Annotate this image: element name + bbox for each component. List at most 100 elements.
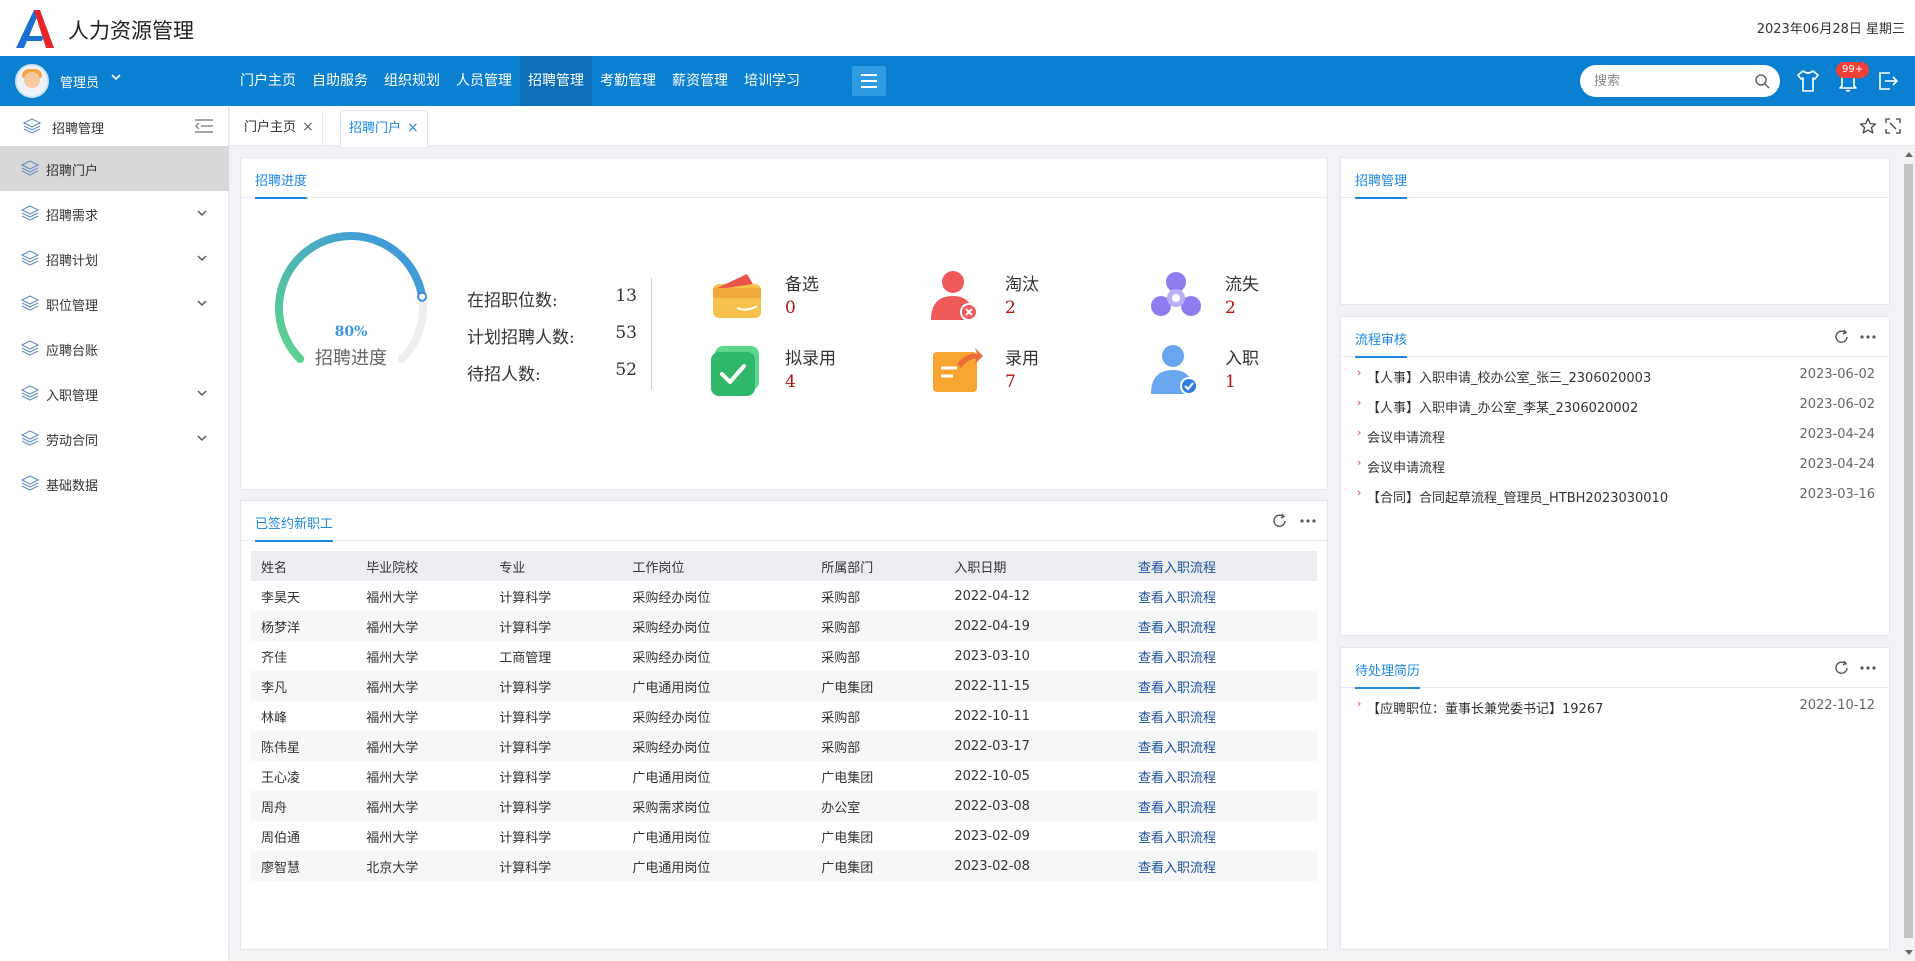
table-cell: 福州大学 [356, 731, 490, 761]
sidebar-item[interactable]: 招聘需求 [0, 191, 229, 236]
table-cell: 采购经办岗位 [632, 650, 711, 666]
list-item-date: 2022-10-12 [1799, 698, 1875, 713]
view-onboarding-link[interactable]: 查看入职流程 [1128, 851, 1317, 881]
table-cell: 2022-10-11 [954, 708, 1030, 724]
stat-planned-hires: 计划招聘人数: 53 [467, 323, 637, 348]
user-name[interactable]: 管理员 [60, 72, 99, 91]
star-icon[interactable] [1859, 117, 1877, 135]
view-onboarding-link[interactable]: 查看入职流程 [1128, 611, 1317, 641]
tab-recruit-portal[interactable]: 招聘门户 × [340, 110, 428, 147]
chevron-right-icon: › [1357, 396, 1362, 409]
category-to-hire[interactable]: 拟录用 4 [707, 338, 867, 402]
list-item[interactable]: › 【应聘职位：董事长兼党委书记】19267 2022-10-12 [1341, 694, 1889, 724]
scroll-down-arrow[interactable] [1905, 950, 1913, 955]
list-item[interactable]: › 【人事】入职申请_办公室_李某_2306020002 2023-06-02 [1341, 393, 1889, 423]
nav-item-recruitment[interactable]: 招聘管理 [520, 56, 592, 106]
sidebar-item[interactable]: 应聘台账 [0, 326, 229, 371]
collapse-sidebar-icon[interactable] [194, 118, 214, 134]
table-cell: 广电集团 [821, 830, 874, 846]
scroll-up-arrow[interactable] [1905, 152, 1913, 157]
category-candidate[interactable]: 备选 0 [707, 264, 867, 328]
view-onboarding-link[interactable]: 查看入职流程 [1128, 791, 1317, 821]
pending-resumes-panel: 待处理简历 › 【应聘职位：董事长兼党委书记】19267 2022-10-12 [1340, 647, 1890, 950]
more-menu-button[interactable] [852, 66, 886, 96]
list-item[interactable]: › 【合同】合同起草流程_管理员_HTBH2023030010 2023-03-16 [1341, 483, 1889, 513]
table-cell: 工商管理 [499, 650, 552, 666]
refresh-icon[interactable] [1271, 513, 1289, 529]
chevron-down-icon[interactable] [196, 297, 208, 309]
close-icon[interactable]: × [407, 111, 419, 145]
panel-title: 招聘进度 [255, 170, 308, 199]
more-icon[interactable] [1859, 660, 1877, 676]
table-cell: 广电通用岗位 [622, 851, 812, 881]
tab-portal-home[interactable]: 门户主页 × [236, 110, 323, 146]
refresh-icon[interactable] [1833, 329, 1851, 345]
table-cell: 福州大学 [366, 710, 419, 726]
scrollbar[interactable] [1902, 146, 1915, 961]
view-onboarding-link[interactable]: 查看入职流程 [1128, 821, 1317, 851]
view-onboarding-link[interactable]: 查看入职流程 [1128, 701, 1317, 731]
horizontal-scrollbar[interactable] [230, 950, 1902, 961]
sidebar-title: 招聘管理 [52, 122, 105, 137]
table-cell: 广电通用岗位 [622, 671, 812, 701]
sidebar-item[interactable]: 招聘门户 [0, 146, 229, 191]
list-item-text: 【人事】入职申请_校办公室_张三_2306020003 [1367, 371, 1652, 386]
table-cell: 福州大学 [356, 611, 490, 641]
nav-item-training[interactable]: 培训学习 [736, 56, 808, 106]
view-onboarding-link[interactable]: 查看入职流程 [1128, 581, 1317, 611]
nav-item-salary[interactable]: 薪资管理 [664, 56, 736, 106]
chevron-down-icon[interactable] [196, 252, 208, 264]
view-onboarding-link[interactable]: 查看入职流程 [1128, 731, 1317, 761]
nav-item-attendance[interactable]: 考勤管理 [592, 56, 664, 106]
table-cell: 计算科学 [489, 791, 623, 821]
table-header-cell: 毕业院校 [356, 551, 490, 581]
category-eliminated[interactable]: 淘汰 2 [927, 264, 1087, 328]
list-item[interactable]: › 会议申请流程 2023-04-24 [1341, 453, 1889, 483]
sidebar-item[interactable]: 基础数据 [0, 461, 229, 506]
search-icon[interactable] [1754, 73, 1770, 89]
sidebar-item[interactable]: 职位管理 [0, 281, 229, 326]
more-icon[interactable] [1859, 329, 1877, 345]
sidebar-item[interactable]: 招聘计划 [0, 236, 229, 281]
view-onboarding-link[interactable]: 查看入职流程 [1128, 641, 1317, 671]
table-cell: 王心凌 [261, 770, 301, 786]
more-icon[interactable] [1299, 513, 1317, 529]
table-row: 王心凌 福州大学 计算科学 广电通用岗位 广电集团 2022-10-05 查看入职流程 [251, 761, 1317, 791]
table-cell: 齐佳 [261, 650, 288, 666]
sidebar-item[interactable]: 劳动合同 [0, 416, 229, 461]
chevron-down-icon[interactable] [110, 71, 122, 83]
category-hired[interactable]: 录用 7 [927, 338, 1087, 402]
nav-item-self-service[interactable]: 自助服务 [304, 56, 376, 106]
logout-icon[interactable] [1875, 68, 1901, 94]
view-onboarding-link[interactable]: 查看入职流程 [1128, 671, 1317, 701]
close-icon[interactable]: × [302, 110, 314, 144]
sidebar-header: 招聘管理 [0, 106, 229, 146]
fullscreen-icon[interactable] [1884, 117, 1902, 135]
search-input[interactable] [1594, 71, 1744, 91]
panel-title: 待处理简历 [1355, 660, 1421, 689]
table-cell: 李凡 [251, 671, 357, 701]
avatar[interactable] [15, 64, 49, 98]
refresh-icon[interactable] [1833, 660, 1851, 676]
category-onboarded[interactable]: 入职 1 [1147, 338, 1307, 402]
view-onboarding-link[interactable]: 查看入职流程 [1128, 761, 1317, 791]
scroll-thumb[interactable] [1904, 164, 1913, 938]
category-lost[interactable]: 流失 2 [1147, 264, 1307, 328]
chevron-down-icon[interactable] [196, 387, 208, 399]
panel-title: 已签约新职工 [255, 513, 334, 542]
nav-item-org-planning[interactable]: 组织规划 [376, 56, 448, 106]
workflow-panel: 流程审核 › 【人事】入职申请_校办公室_张三_2306020003 2023-06… [1340, 316, 1890, 636]
table-header-cell: 入职日期 [944, 551, 1129, 581]
table-header-cell: 专业 [489, 551, 623, 581]
new-employees-panel: 已签约新职工 姓名 毕业院校 专业 工作岗位 所属部门 入职日期 查看入职流程 李昊天 福州大… [240, 500, 1328, 950]
list-item[interactable]: › 会议申请流程 2023-04-24 [1341, 423, 1889, 453]
chevron-down-icon[interactable] [196, 207, 208, 219]
skin-shirt-icon[interactable] [1795, 68, 1821, 94]
search-box [1580, 65, 1780, 97]
list-item[interactable]: › 【人事】入职申请_校办公室_张三_2306020003 2023-06-02 [1341, 363, 1889, 393]
nav-item-personnel[interactable]: 人员管理 [448, 56, 520, 106]
sidebar-item[interactable]: 入职管理 [0, 371, 229, 416]
nav-item-portal[interactable]: 门户主页 [232, 56, 304, 106]
chevron-down-icon[interactable] [196, 432, 208, 444]
table-cell: 2022-10-05 [954, 768, 1030, 784]
